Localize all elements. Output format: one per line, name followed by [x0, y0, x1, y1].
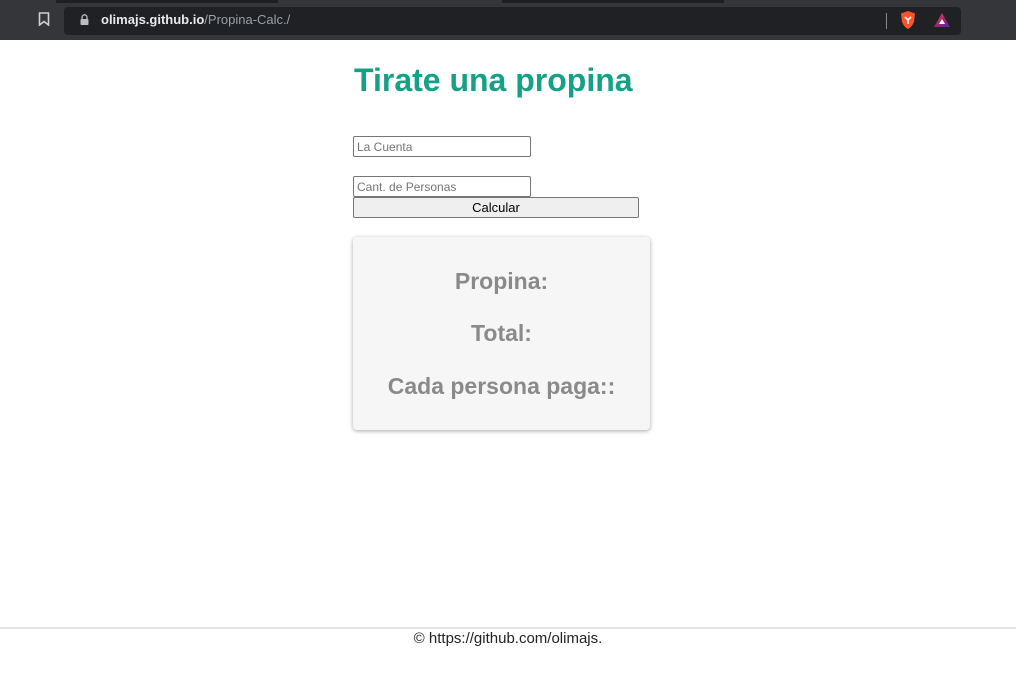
tip-result: Propina: [454, 268, 549, 294]
tab-strip-edge [502, 0, 724, 3]
url-text[interactable]: olimajs.github.io/Propina-Calc./ [101, 12, 290, 28]
page-title: Tirate una propina [354, 62, 633, 98]
url-host: olimajs.github.io [101, 12, 205, 27]
results-card: Propina: Total: Cada persona paga:: [353, 237, 650, 430]
browser-toolbar: olimajs.github.io/Propina-Calc./ [0, 0, 1016, 40]
lock-icon[interactable] [80, 14, 89, 25]
people-count-input[interactable] [353, 176, 531, 197]
toolbar-divider [886, 13, 887, 29]
brave-rewards-icon[interactable] [933, 12, 951, 28]
tab-strip-edge [56, 0, 278, 3]
calculate-button[interactable]: Calcular [353, 197, 639, 218]
per-person-result: Cada persona paga:: [387, 373, 616, 399]
brave-shields-icon[interactable] [899, 10, 917, 30]
bill-amount-input[interactable] [353, 136, 531, 157]
total-result: Total: [471, 320, 532, 346]
url-path: /Propina-Calc./ [204, 12, 291, 27]
bookmark-icon[interactable] [38, 12, 50, 26]
footer-credit: © https://github.com/olimajs. [413, 630, 603, 647]
